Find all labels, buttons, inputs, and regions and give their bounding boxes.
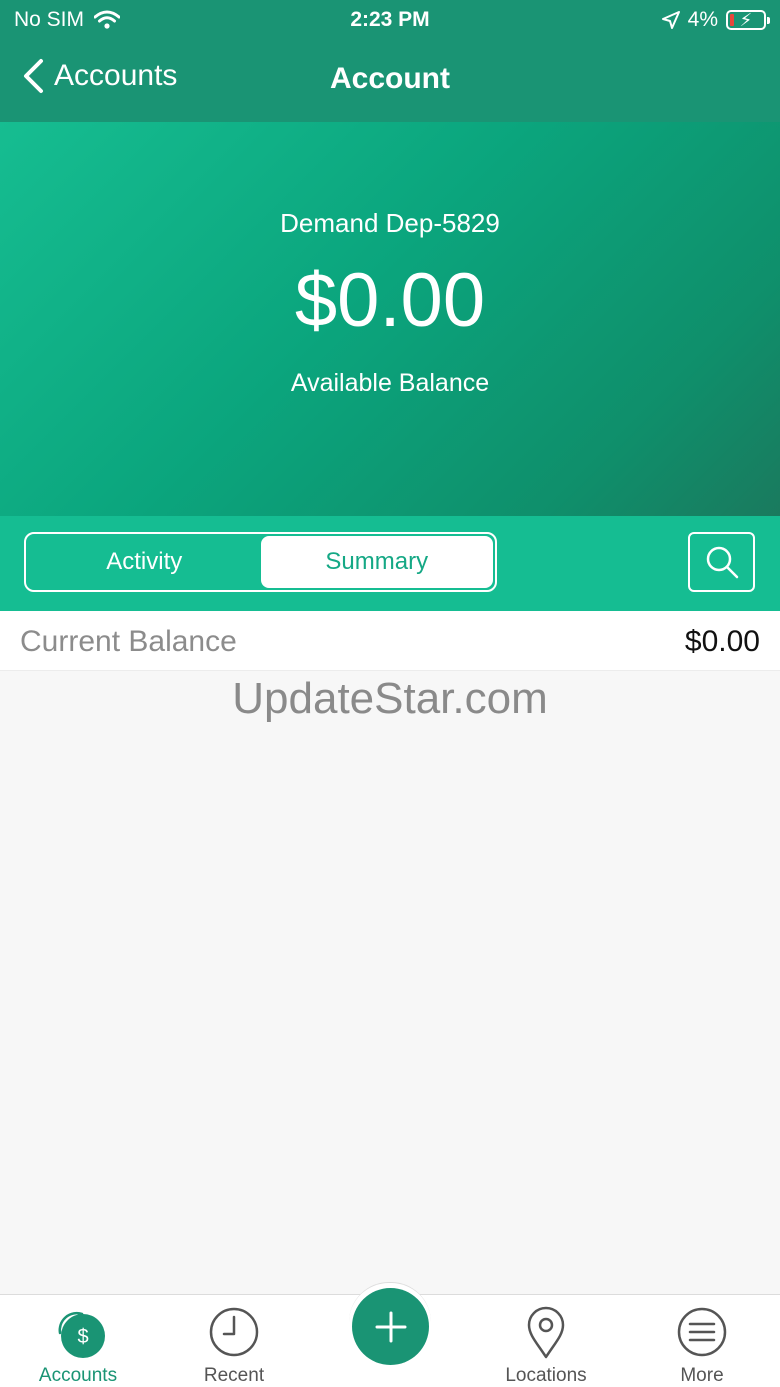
tab-recent[interactable]: Recent bbox=[156, 1305, 312, 1387]
add-button[interactable] bbox=[352, 1288, 429, 1365]
tab-more[interactable]: More bbox=[624, 1305, 780, 1387]
status-bar: No SIM 2:23 PM 4% ⚡ bbox=[0, 0, 780, 40]
account-hero: Demand Dep-5829 $0.00 Available Balance bbox=[0, 122, 780, 516]
segment-bar: Activity Summary bbox=[0, 516, 780, 611]
plus-icon bbox=[375, 1311, 406, 1342]
tab-more-label: More bbox=[680, 1365, 724, 1386]
search-icon bbox=[706, 546, 738, 579]
summary-row-current-balance: Current Balance $0.00 bbox=[0, 611, 780, 671]
activity-summary-segmented-control: Activity Summary bbox=[24, 532, 497, 592]
tab-activity[interactable]: Activity bbox=[28, 536, 261, 588]
tab-accounts[interactable]: $ Accounts bbox=[0, 1305, 156, 1387]
clock-icon bbox=[209, 1307, 259, 1357]
battery-icon: ⚡ bbox=[726, 10, 770, 30]
account-name: Demand Dep-5829 bbox=[280, 208, 500, 238]
page-title: Account bbox=[330, 62, 450, 95]
tab-summary[interactable]: Summary bbox=[260, 536, 493, 588]
current-balance-label: Current Balance bbox=[20, 625, 237, 658]
available-balance-amount: $0.00 bbox=[294, 258, 486, 343]
location-arrow-icon bbox=[661, 11, 680, 29]
search-button[interactable] bbox=[688, 532, 755, 592]
tab-accounts-label: Accounts bbox=[38, 1365, 118, 1386]
watermark: UpdateStar.com bbox=[232, 674, 548, 723]
svg-text:$: $ bbox=[77, 1326, 88, 1348]
navigation-bar: Accounts Account bbox=[0, 50, 780, 110]
tab-recent-label: Recent bbox=[203, 1365, 265, 1386]
app-header: No SIM 2:23 PM 4% ⚡ Accounts Account bbox=[0, 0, 780, 122]
dollar-coin-icon: $ bbox=[58, 1311, 105, 1358]
tab-locations[interactable]: Locations bbox=[468, 1305, 624, 1387]
available-balance-label: Available Balance bbox=[290, 369, 490, 397]
menu-icon bbox=[677, 1307, 727, 1357]
tab-locations-label: Locations bbox=[505, 1365, 587, 1386]
map-pin-icon bbox=[527, 1306, 565, 1359]
current-balance-value: $0.00 bbox=[684, 625, 760, 658]
battery-percent: 4% bbox=[687, 8, 718, 31]
